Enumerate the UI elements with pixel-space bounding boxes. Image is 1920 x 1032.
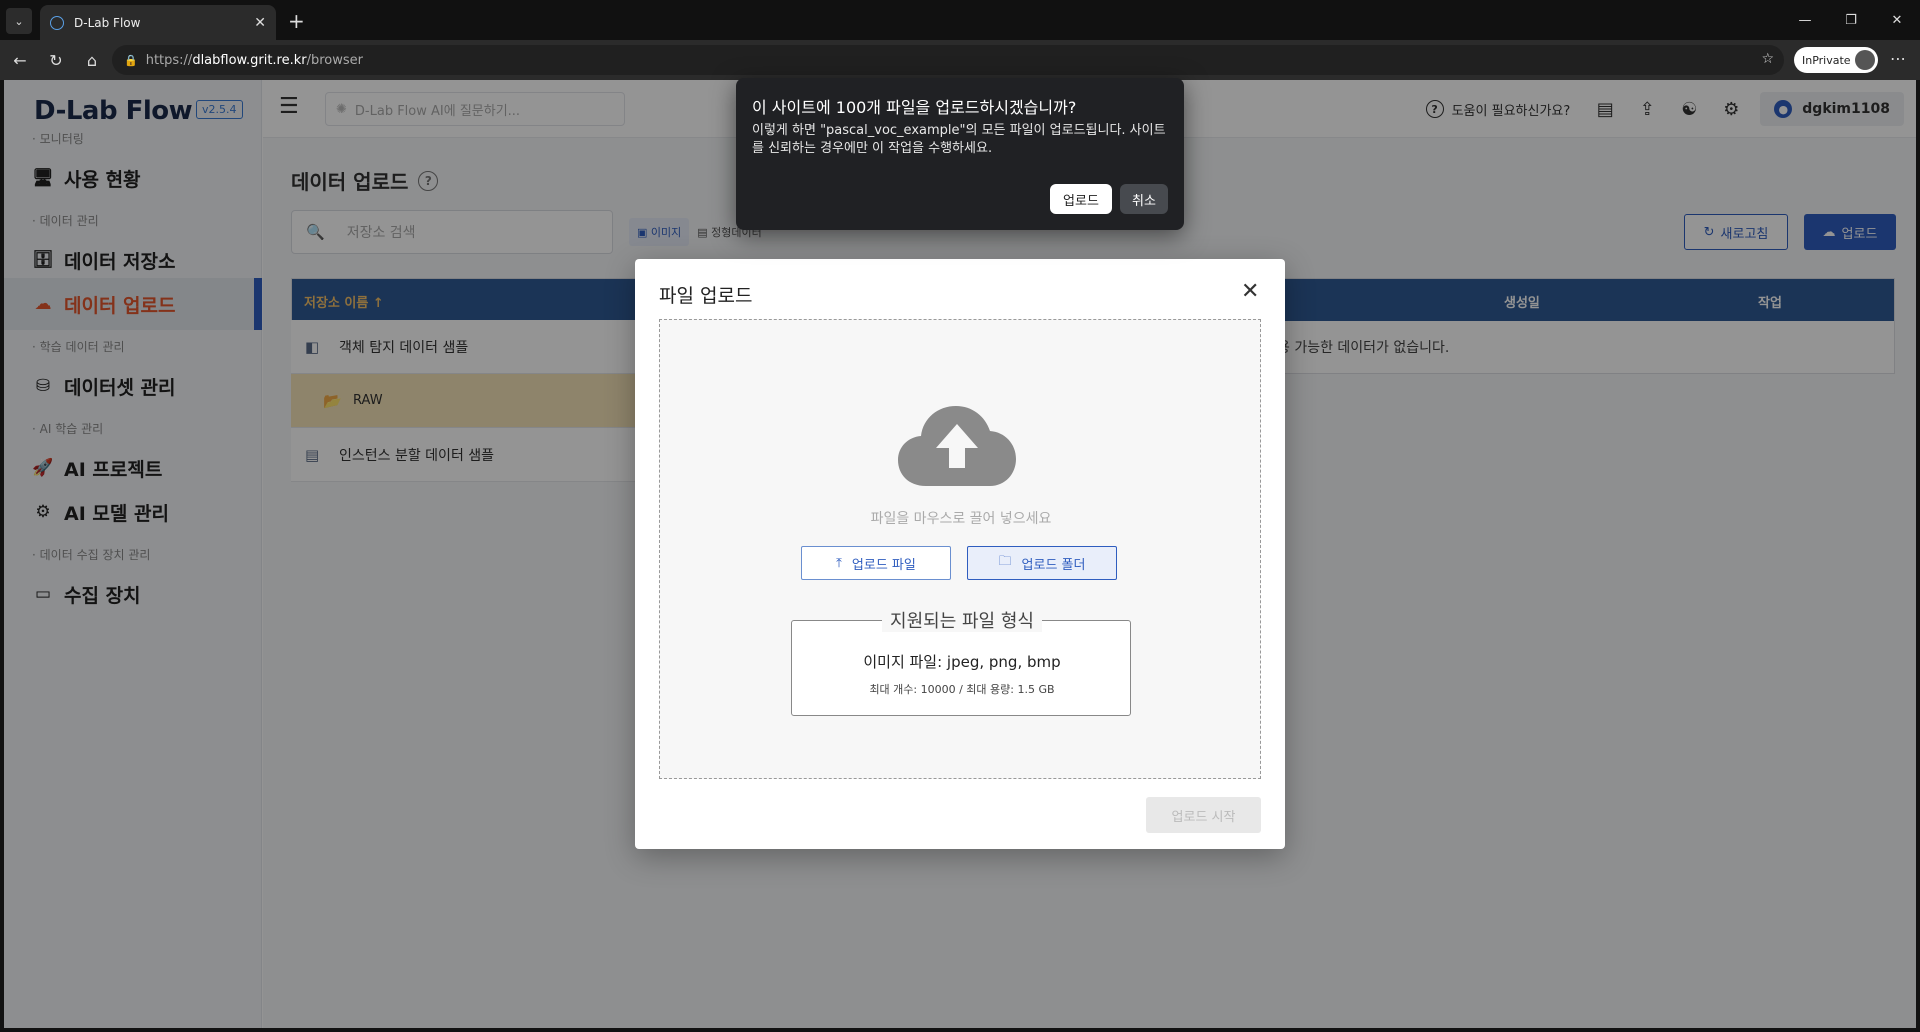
drop-hint: 파일을 마우스로 끌어 넣으세요 [870, 511, 1052, 527]
folder-upload-icon: 🗀 [998, 554, 1012, 569]
formats-limit: 최대 개수: 10000 / 최대 용량: 1.5 GB [869, 683, 1055, 696]
new-tab-button[interactable]: + [288, 9, 305, 33]
supported-formats-box: 지원되는 파일 형식 이미지 파일: jpeg, png, bmp 최대 개수:… [791, 611, 1131, 716]
site-favicon-icon [50, 15, 64, 30]
favorite-star-icon[interactable]: ☆ [1761, 51, 1774, 67]
formats-types: 이미지 파일: jpeg, png, bmp [863, 653, 1061, 671]
cloud-upload-icon [898, 406, 1016, 486]
file-upload-modal: 파일 업로드 ✕ 파일을 마우스로 끌어 넣으세요 ⤒ 업로드 파일 🗀 업로드… [635, 259, 1285, 849]
tab-actions-menu-button[interactable]: ⌄ [6, 8, 32, 34]
confirm-upload-button[interactable]: 업로드 [1050, 184, 1112, 214]
url-host: dlabflow.grit.re.kr [192, 52, 307, 68]
browser-upload-confirm-dialog: 이 사이트에 100개 파일을 업로드하시겠습니까? 이렇게 하면 "pasca… [736, 78, 1184, 230]
browser-tab-bar: ⌄ D-Lab Flow ✕ + — ❐ ✕ [0, 0, 1920, 40]
url-field[interactable]: 🔒 https:// dlabflow.grit.re.kr /browser … [112, 45, 1784, 75]
browser-address-bar: ← ↻ ⌂ 🔒 https:// dlabflow.grit.re.kr /br… [0, 40, 1920, 80]
upload-folder-button[interactable]: 🗀 업로드 폴더 [967, 546, 1117, 580]
url-scheme: https:// [145, 52, 193, 68]
upload-file-label: 업로드 파일 [851, 557, 916, 573]
close-tab-icon[interactable]: ✕ [254, 15, 266, 31]
back-icon[interactable]: ← [8, 48, 32, 72]
lock-icon: 🔒 [124, 53, 138, 67]
inprivate-badge[interactable]: InPrivate [1794, 47, 1878, 73]
confirm-cancel-button[interactable]: 취소 [1120, 184, 1168, 214]
inprivate-label: InPrivate [1802, 53, 1851, 67]
url-path: /browser [306, 52, 364, 68]
restore-icon[interactable]: ❐ [1828, 0, 1874, 40]
browser-tab-title: D-Lab Flow [74, 15, 141, 30]
browser-tab[interactable]: D-Lab Flow ✕ [40, 5, 276, 40]
browser-more-icon[interactable]: ⋯ [1890, 49, 1906, 68]
window-controls: — ❐ ✕ [1782, 0, 1920, 40]
modal-title: 파일 업로드 [659, 285, 753, 307]
close-window-icon[interactable]: ✕ [1874, 0, 1920, 40]
upload-icon: ⤒ [836, 555, 842, 571]
confirm-title: 이 사이트에 100개 파일을 업로드하시겠습니까? [752, 98, 1077, 117]
start-upload-button[interactable]: 업로드 시작 [1146, 797, 1261, 833]
profile-avatar-icon [1855, 50, 1875, 70]
close-icon[interactable]: ✕ [1241, 279, 1259, 304]
minimize-icon[interactable]: — [1782, 0, 1828, 40]
confirm-message: 이렇게 하면 "pascal_voc_example"의 모든 파일이 업로드됩… [752, 123, 1166, 156]
upload-file-button[interactable]: ⤒ 업로드 파일 [801, 546, 951, 580]
drop-zone[interactable]: 파일을 마우스로 끌어 넣으세요 ⤒ 업로드 파일 🗀 업로드 폴더 지원되는 … [659, 319, 1261, 779]
formats-legend: 지원되는 파일 형식 [792, 607, 1132, 633]
reload-icon[interactable]: ↻ [44, 48, 68, 72]
home-icon[interactable]: ⌂ [80, 48, 104, 72]
upload-folder-label: 업로드 폴더 [1021, 557, 1086, 573]
